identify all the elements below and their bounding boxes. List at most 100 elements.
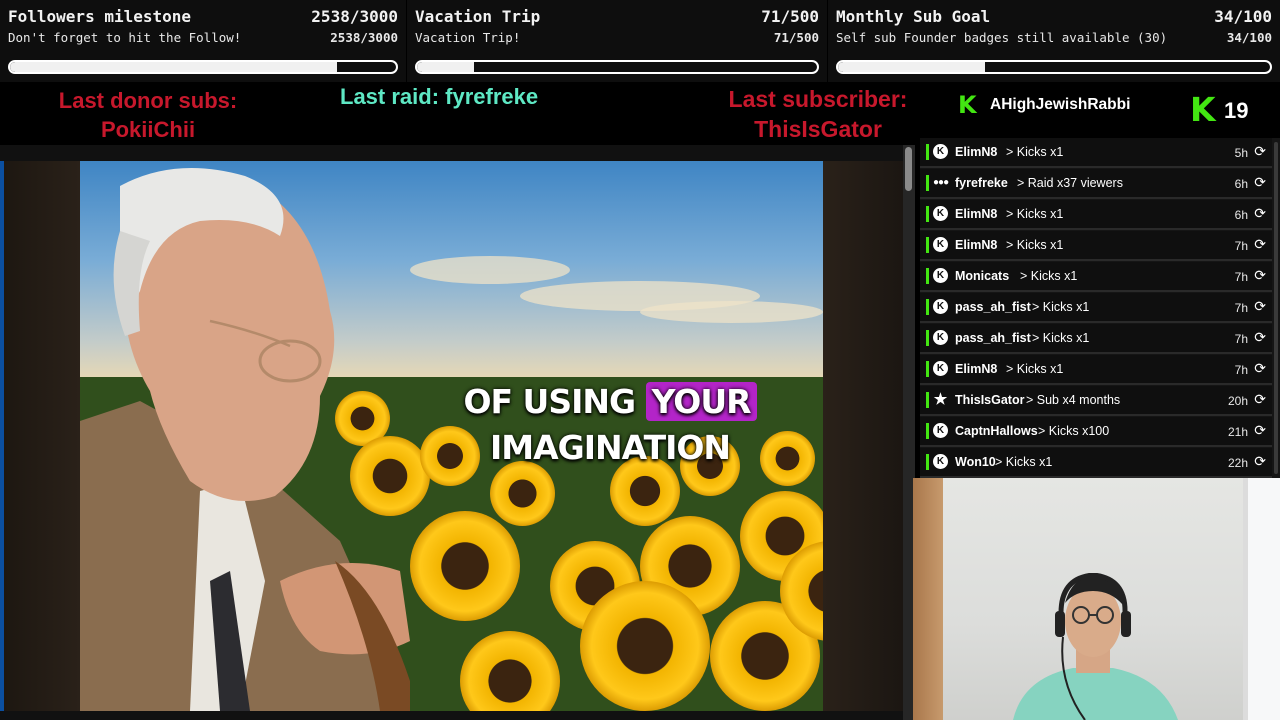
- last-donor-label: Last donor subs:: [58, 88, 238, 113]
- last-subscriber-name: ThisIsGator: [754, 116, 882, 142]
- last-subscriber: Last subscriber: ThisIsGator: [712, 84, 924, 144]
- feed-time: 7h: [1234, 239, 1248, 253]
- replay-icon[interactable]: ⟳: [1254, 143, 1266, 160]
- video-bottom-bar: [0, 711, 903, 720]
- feed-user: ElimN8: [955, 145, 998, 159]
- goal-subs: Monthly Sub Goal 34/100 Self sub Founder…: [828, 0, 1280, 82]
- goal-subcount: 2538/3000: [330, 30, 398, 45]
- replay-icon[interactable]: ⟳: [1254, 298, 1266, 315]
- feed-row[interactable]: K ElimN8 > Kicks x1 7h ⟳: [920, 355, 1272, 385]
- replay-icon[interactable]: ⟳: [1254, 174, 1266, 191]
- feed-row[interactable]: K Won10 > Kicks x1 22h ⟳: [920, 448, 1272, 478]
- kick-logo-icon: K: [1190, 90, 1216, 129]
- feed-row[interactable]: ●●● fyrefreke > Raid x37 viewers 6h ⟳: [920, 169, 1272, 199]
- feed-time: 5h: [1234, 146, 1248, 160]
- feed-time: 20h: [1227, 394, 1248, 408]
- video-top-bar: [0, 145, 903, 161]
- video-player[interactable]: OF USING YOUR IMAGINATION: [80, 161, 823, 711]
- kick-icon: K: [933, 454, 948, 469]
- webcam-window: [1243, 478, 1280, 720]
- goal-subtitle: Vacation Trip!: [415, 30, 521, 45]
- replay-icon[interactable]: ⟳: [1254, 267, 1266, 284]
- feed-row[interactable]: K pass_ah_fist > Kicks x1 7h ⟳: [920, 324, 1272, 354]
- feed-user: Monicats: [955, 269, 1010, 283]
- feed-accent: [926, 392, 929, 408]
- feed-time: 7h: [1234, 270, 1248, 284]
- kick-icon: K: [933, 299, 948, 314]
- video-side-right: [823, 145, 903, 720]
- goal-progress-fill: [417, 62, 474, 72]
- cloud: [410, 256, 570, 284]
- feed-time: 7h: [1234, 363, 1248, 377]
- goal-subcount: 34/100: [1226, 30, 1272, 45]
- event-feed[interactable]: K ElimN8 > Kicks x1 5h ⟳ ●●● fyrefreke >…: [920, 138, 1280, 478]
- last-raid: Last raid: fyrefreke: [340, 84, 539, 109]
- feed-accent: [926, 268, 929, 284]
- feed-action: > Kicks x1: [1006, 207, 1064, 221]
- replay-icon[interactable]: ⟳: [1254, 453, 1266, 470]
- goal-progress-bar: [8, 60, 398, 74]
- feed-row[interactable]: ★ ThisIsGator > Sub x4 months 20h ⟳: [920, 386, 1272, 416]
- kick-icon: K: [933, 330, 948, 345]
- scrollbar-thumb[interactable]: [905, 147, 912, 191]
- caption-line-2: IMAGINATION: [489, 428, 731, 467]
- video-caption: OF USING YOUR IMAGINATION: [440, 379, 780, 471]
- replay-icon[interactable]: ⟳: [1254, 360, 1266, 377]
- goal-title: Monthly Sub Goal: [836, 7, 991, 26]
- feed-accent: [926, 454, 929, 470]
- feed-time: 6h: [1234, 177, 1248, 191]
- goal-progress-fill: [10, 62, 337, 72]
- replay-icon[interactable]: ⟳: [1254, 391, 1266, 408]
- feed-scrollbar[interactable]: [1274, 142, 1278, 474]
- replay-icon[interactable]: ⟳: [1254, 422, 1266, 439]
- feed-action: > Kicks x1: [1006, 362, 1064, 376]
- webcam-door: [913, 478, 943, 720]
- streamer-figure: [1013, 573, 1178, 720]
- feed-accent: [926, 423, 929, 439]
- replay-icon[interactable]: ⟳: [1254, 236, 1266, 253]
- goal-vacation: Vacation Trip 71/500 Vacation Trip! 71/5…: [407, 0, 827, 82]
- feed-action: > Kicks x1: [995, 455, 1053, 469]
- kick-icon: K: [933, 423, 948, 438]
- goal-subtitle: Don't forget to hit the Follow!: [8, 30, 242, 45]
- goal-progress-fill: [838, 62, 985, 72]
- feed-time: 21h: [1227, 425, 1248, 439]
- feed-action: > Sub x4 months: [1026, 393, 1121, 407]
- feed-action: > Kicks x1: [1032, 300, 1090, 314]
- elderly-man-illustration: [80, 168, 410, 711]
- feed-row[interactable]: K ElimN8 > Kicks x1 6h ⟳: [920, 200, 1272, 230]
- goal-subtitle: Self sub Founder badges still available …: [836, 30, 1168, 45]
- feed-user: Won10: [955, 455, 996, 469]
- feed-user: ThisIsGator: [955, 393, 1025, 407]
- goal-count: 34/100: [1214, 7, 1272, 26]
- feed-accent: [926, 361, 929, 377]
- feed-user: pass_ah_fist: [955, 331, 1031, 345]
- feed-row[interactable]: K Monicats > Kicks x1 7h ⟳: [920, 262, 1272, 292]
- sunflower: [580, 581, 710, 711]
- feed-action: > Raid x37 viewers: [1017, 176, 1123, 190]
- feed-time: 7h: [1234, 301, 1248, 315]
- goal-followers: Followers milestone 2538/3000 Don't forg…: [0, 0, 406, 82]
- webcam-feed: [913, 478, 1280, 720]
- feed-time: 6h: [1234, 208, 1248, 222]
- caption-line-1: OF USING YOUR: [440, 379, 780, 425]
- feed-row[interactable]: K ElimN8 > Kicks x1 5h ⟳: [920, 138, 1272, 168]
- goal-progress-bar: [415, 60, 819, 74]
- feed-action: > Kicks x1: [1006, 145, 1064, 159]
- kick-icon: K: [933, 206, 948, 221]
- feed-row[interactable]: K pass_ah_fist > Kicks x1 7h ⟳: [920, 293, 1272, 323]
- cloud: [640, 301, 823, 323]
- kick-icon: K: [933, 268, 948, 283]
- kick-logo-icon: K: [958, 91, 977, 119]
- sunflower: [410, 511, 520, 621]
- kick-icon: K: [933, 144, 948, 159]
- kick-icon: K: [933, 237, 948, 252]
- feed-row[interactable]: K CaptnHallows > Kicks x100 21h ⟳: [920, 417, 1272, 447]
- replay-icon[interactable]: ⟳: [1254, 329, 1266, 346]
- feed-user: ElimN8: [955, 238, 998, 252]
- feed-row[interactable]: K ElimN8 > Kicks x1 7h ⟳: [920, 231, 1272, 261]
- replay-icon[interactable]: ⟳: [1254, 205, 1266, 222]
- feed-accent: [926, 175, 929, 191]
- last-donor: Last donor subs: PokiiChii: [48, 86, 248, 144]
- feed-action: > Kicks x1: [1006, 238, 1064, 252]
